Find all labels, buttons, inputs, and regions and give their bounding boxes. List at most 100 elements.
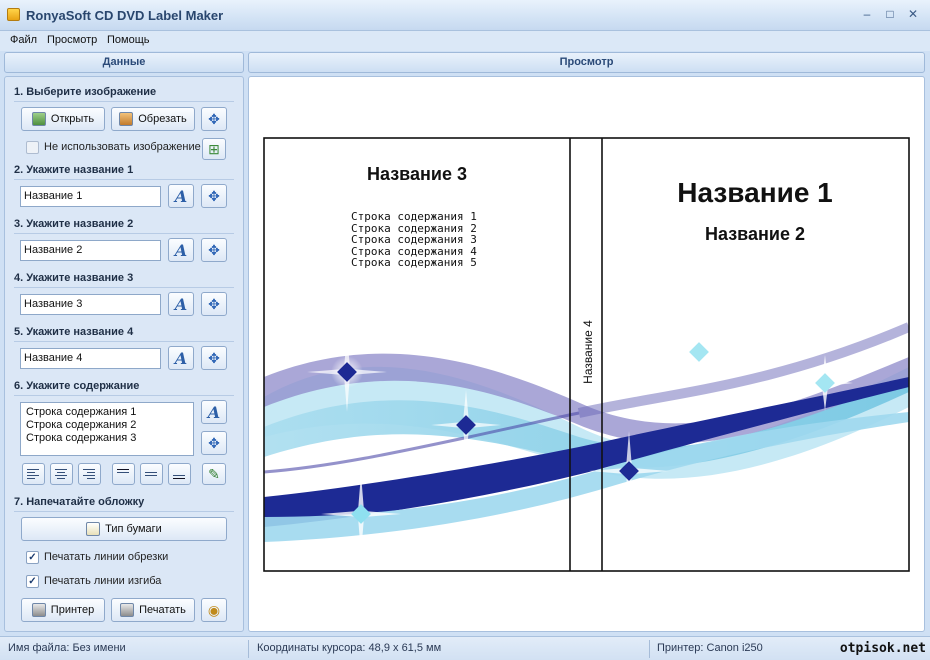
print-fold-lines-label: Печатать линии изгиба — [44, 575, 162, 587]
front-title: Название 1 — [677, 177, 833, 208]
contents-move-button[interactable]: ✥ — [201, 431, 227, 455]
spine-title: Название 4 — [581, 320, 595, 384]
section-title3-title: 4. Укажите название 3 — [14, 272, 134, 284]
divider — [14, 287, 234, 288]
title3-input[interactable]: Название 3 — [20, 294, 161, 315]
font-icon: A — [174, 294, 188, 314]
section-print-title: 7. Напечатайте обложку — [14, 496, 145, 508]
no-image-label: Не использовать изображение — [44, 141, 201, 153]
font-icon: A — [174, 186, 188, 206]
title4-move-button[interactable]: ✥ — [201, 346, 227, 370]
print-label: Печатать — [139, 604, 186, 616]
data-panel-header: Данные — [4, 52, 244, 73]
move-icon: ✥ — [208, 187, 220, 204]
fit-icon: ⊞ — [208, 140, 220, 157]
print-cut-lines-checkbox[interactable]: ✓ — [26, 551, 39, 564]
font-icon: A — [174, 240, 188, 260]
contents-line: Строка содержания 1 — [26, 406, 137, 418]
status-divider — [248, 640, 249, 658]
back-contents: Строка содержания 1 Строка содержания 2 … — [351, 210, 477, 269]
move-icon: ✥ — [208, 349, 220, 366]
contents-line: Строка содержания 2 — [26, 419, 137, 431]
watermark-text: otpisok.net — [839, 641, 926, 656]
title2-input[interactable]: Название 2 — [20, 240, 161, 261]
divider — [14, 395, 234, 396]
align-right-button[interactable] — [78, 463, 101, 485]
menu-help[interactable]: Помощь — [107, 34, 150, 46]
divider — [14, 233, 234, 234]
status-cursor-coords: Координаты курсора: 48,9 x 61,5 мм — [257, 642, 442, 654]
menu-view[interactable]: Просмотр — [47, 34, 97, 46]
front-subtitle: Название 2 — [705, 224, 805, 244]
contents-textarea[interactable]: Строка содержания 1 Строка содержания 2 … — [20, 402, 194, 456]
divider — [14, 101, 234, 102]
disc-icon: ◉ — [207, 601, 221, 618]
font-icon: A — [174, 348, 188, 368]
edit-contents-button[interactable]: ✎ — [202, 463, 226, 485]
move-icon: ✥ — [208, 241, 220, 258]
section-title4-title: 5. Укажите название 4 — [14, 326, 134, 338]
edit-icon: ✎ — [208, 465, 220, 482]
move-image-button[interactable]: ✥ — [201, 107, 227, 131]
divider — [14, 179, 234, 180]
status-divider — [649, 640, 650, 658]
divider — [14, 341, 234, 342]
crop-image-label: Обрезать — [138, 113, 187, 125]
printer-label: Принтер — [50, 604, 95, 616]
window-title: RonyaSoft CD DVD Label Maker — [26, 8, 224, 23]
paper-icon — [86, 522, 101, 536]
app-icon — [7, 8, 20, 21]
title2-font-button[interactable]: A — [168, 238, 194, 262]
valign-middle-button[interactable] — [140, 463, 163, 485]
title1-move-button[interactable]: ✥ — [201, 184, 227, 208]
title4-font-button[interactable]: A — [168, 346, 194, 370]
print-button[interactable]: Печатать — [111, 598, 195, 622]
printer-button[interactable]: Принтер — [21, 598, 105, 622]
font-icon: A — [207, 402, 221, 422]
cover-preview: Название 3 Строка содержания 1 Строка со… — [263, 137, 910, 572]
minimize-icon[interactable]: – — [858, 6, 876, 22]
title4-input[interactable]: Название 4 — [20, 348, 161, 369]
crop-icon — [119, 112, 134, 126]
crop-image-button[interactable]: Обрезать — [111, 107, 195, 131]
print-preview-button[interactable]: ◉ — [201, 598, 227, 622]
status-bar: Имя файла: Без имени Координаты курсора:… — [0, 636, 930, 660]
print-fold-lines-checkbox[interactable]: ✓ — [26, 575, 39, 588]
move-icon: ✥ — [208, 110, 220, 127]
open-image-button[interactable]: Открыть — [21, 107, 105, 131]
preview-panel-header: Просмотр — [248, 52, 925, 73]
print-icon — [120, 603, 135, 617]
section-image-title: 1. Выберите изображение — [14, 86, 157, 98]
align-left-button[interactable] — [22, 463, 45, 485]
back-title: Название 3 — [367, 164, 467, 184]
title1-input[interactable]: Название 1 — [20, 186, 161, 207]
close-icon[interactable]: ✕ — [904, 6, 922, 22]
preview-panel: Название 3 Строка содержания 1 Строка со… — [248, 76, 925, 632]
contents-font-button[interactable]: A — [201, 400, 227, 424]
no-image-checkbox[interactable] — [26, 141, 39, 154]
paper-type-button[interactable]: Тип бумаги — [21, 517, 227, 541]
open-image-label: Открыть — [50, 113, 95, 125]
title1-font-button[interactable]: A — [168, 184, 194, 208]
title3-font-button[interactable]: A — [168, 292, 194, 316]
menu-file[interactable]: Файл — [10, 34, 37, 46]
valign-bottom-button[interactable] — [168, 463, 191, 485]
status-printer: Принтер: Canon i250 — [657, 642, 763, 654]
menu-bar: Файл Просмотр Помощь — [0, 31, 930, 51]
title3-move-button[interactable]: ✥ — [201, 292, 227, 316]
align-center-button[interactable] — [50, 463, 73, 485]
data-panel: 1. Выберите изображение Открыть Обрезать… — [4, 76, 244, 632]
status-file-name: Имя файла: Без имени — [8, 642, 126, 654]
section-title2-title: 3. Укажите название 2 — [14, 218, 134, 230]
contents-line: Строка содержания 3 — [26, 432, 137, 444]
paper-type-label: Тип бумаги — [105, 523, 162, 535]
title2-move-button[interactable]: ✥ — [201, 238, 227, 262]
print-cut-lines-label: Печатать линии обрезки — [44, 551, 169, 563]
divider — [14, 511, 234, 512]
valign-top-button[interactable] — [112, 463, 135, 485]
maximize-icon[interactable]: □ — [881, 6, 899, 22]
image-fit-button[interactable]: ⊞ — [202, 138, 226, 160]
open-image-icon — [31, 112, 46, 126]
section-contents-title: 6. Укажите содержание — [14, 380, 140, 392]
move-icon: ✥ — [208, 434, 220, 451]
